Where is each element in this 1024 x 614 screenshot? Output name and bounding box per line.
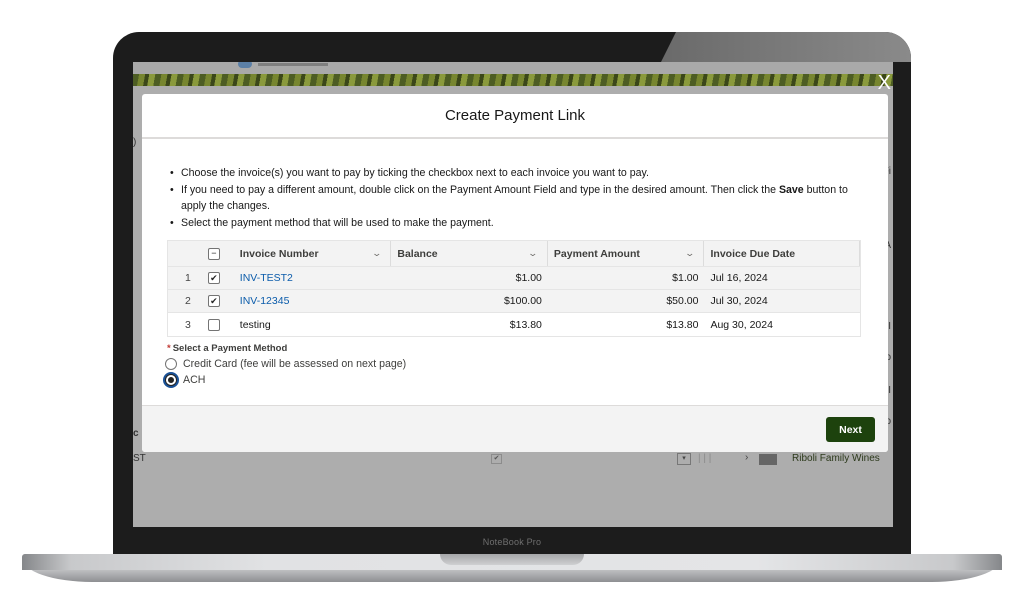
modal-body: Choose the invoice(s) you want to pay by… <box>142 139 888 388</box>
chevron-down-icon[interactable]: ⌄ <box>528 248 539 259</box>
row-checkbox[interactable] <box>207 318 220 331</box>
laptop-mockup: X ) c Fi A s I co s I co ST ✔ ▾ | | | › … <box>0 0 1024 614</box>
select-all-checkbox[interactable]: − <box>207 247 220 260</box>
row-select-cell <box>207 313 234 336</box>
column-header-label: Invoice Number <box>239 247 319 260</box>
row-number: 2 <box>185 295 191 307</box>
background-header <box>133 62 893 74</box>
due-date-cell: Aug 30, 2024 <box>710 318 773 331</box>
due-date-cell: Jul 16, 2024 <box>710 272 768 284</box>
vineyard-banner-image: X <box>133 73 893 93</box>
invoice-number-cell: testing <box>234 313 392 336</box>
payment-amount-cell[interactable]: $50.00 <box>548 290 705 312</box>
laptop-brand-label: NoteBook Pro <box>482 537 542 547</box>
next-button[interactable]: Next <box>826 417 875 442</box>
instruction-item: Choose the invoice(s) you want to pay by… <box>167 165 863 182</box>
row-select-cell: ✔ <box>207 290 234 312</box>
laptop-screen: X ) c Fi A s I co s I co ST ✔ ▾ | | | › … <box>133 62 893 527</box>
laptop-lid: X ) c Fi A s I co s I co ST ✔ ▾ | | | › … <box>113 32 911 556</box>
chevron-down-icon[interactable]: ⌄ <box>371 248 382 259</box>
invoice-number-cell: INV-TEST2 <box>234 267 392 289</box>
column-header-payment-amount[interactable]: Payment Amount ⌄ <box>548 241 705 266</box>
payment-amount-cell[interactable]: $1.00 <box>548 267 705 289</box>
instruction-item: Select the payment method that will be u… <box>167 215 863 232</box>
payment-amount-cell[interactable]: $13.80 <box>548 313 705 336</box>
instruction-save-emphasis: Save <box>778 183 804 196</box>
column-header-balance[interactable]: Balance ⌄ <box>391 241 548 266</box>
invoice-link[interactable]: INV-TEST2 <box>240 272 293 284</box>
row-select-cell: ✔ <box>207 267 234 289</box>
balance-cell: $13.80 <box>509 318 542 331</box>
payment-option-credit-card[interactable]: Credit Card (fee will be assessed on nex… <box>165 356 863 372</box>
column-header-label: Balance <box>397 247 438 260</box>
column-header-invoice-due-date[interactable]: Invoice Due Date <box>704 241 861 266</box>
background-divider: | | | <box>698 453 712 464</box>
payment-method-label: * Select a Payment Method <box>167 343 863 354</box>
background-row-text: ST <box>133 453 146 464</box>
payment-method-label-text: Select a Payment Method <box>172 343 288 354</box>
background-logo-text <box>258 63 328 66</box>
chevron-down-icon[interactable]: ⌄ <box>684 248 695 259</box>
instruction-item: If you need to pay a different amount, d… <box>167 182 863 215</box>
modal-header: Create Payment Link <box>142 94 888 139</box>
create-payment-link-modal: Create Payment Link Choose the invoice(s… <box>142 94 888 452</box>
table-row[interactable]: 3 testing $13.80 $13.80 Aug 30, 2024 <box>168 313 860 336</box>
instruction-text: If you need to pay a different amount, d… <box>181 183 779 196</box>
instruction-text: Select the payment method that will be u… <box>181 216 494 229</box>
column-header-label: Payment Amount <box>553 247 640 260</box>
invoice-name: testing <box>239 318 271 331</box>
row-checkbox[interactable]: ✔ <box>207 272 220 284</box>
balance-cell: $1.00 <box>515 272 542 284</box>
invoice-link[interactable]: INV-12345 <box>240 295 290 307</box>
instruction-text: Choose the invoice(s) you want to pay by… <box>181 167 649 179</box>
background-checkbox: ✔ <box>491 454 502 464</box>
credit-card-radio[interactable] <box>165 358 177 370</box>
payment-option-ach[interactable]: ACH <box>165 372 863 388</box>
modal-title: Create Payment Link <box>444 107 586 124</box>
row-checkbox[interactable]: ✔ <box>207 295 220 307</box>
background-text-fragment: c <box>133 428 139 439</box>
invoice-number-cell: INV-12345 <box>234 290 392 312</box>
background-chevron-icon: › <box>745 452 749 463</box>
table-row[interactable]: 2 ✔ INV-12345 $100.00 $50.00 Jul 30, 202… <box>168 290 860 313</box>
modal-footer: Next <box>142 405 888 452</box>
background-logo-icon <box>238 62 252 68</box>
invoice-table-header: − Invoice Number ⌄ Balance ⌄ Payment Amo… <box>168 241 861 267</box>
required-marker: * <box>167 343 171 354</box>
row-number: 3 <box>185 318 191 331</box>
table-row[interactable]: 1 ✔ INV-TEST2 $1.00 $1.00 Jul 16, 2024 <box>168 267 860 290</box>
credit-card-label: Credit Card (fee will be assessed on nex… <box>183 358 407 370</box>
invoice-table: − Invoice Number ⌄ Balance ⌄ Payment Amo… <box>167 240 861 337</box>
ach-label: ACH <box>183 374 206 386</box>
lid-glare <box>661 32 911 62</box>
instructions-list: Choose the invoice(s) you want to pay by… <box>167 165 863 231</box>
select-all-cell: − <box>207 241 234 266</box>
background-account-name: Riboli Family Wines <box>792 453 880 464</box>
laptop-hinge-notch <box>440 554 584 565</box>
row-number-header <box>168 241 208 266</box>
background-text-fragment: ) <box>133 137 137 148</box>
column-header-label: Invoice Due Date <box>710 247 796 260</box>
row-number: 1 <box>185 272 191 284</box>
background-table-row: ST ✔ ▾ | | | › Riboli Family Wines <box>133 452 893 468</box>
balance-cell: $100.00 <box>503 295 542 307</box>
ach-radio[interactable] <box>165 374 177 386</box>
column-header-invoice-number[interactable]: Invoice Number ⌄ <box>234 241 392 266</box>
due-date-cell: Jul 30, 2024 <box>710 295 768 307</box>
background-dropdown-icon: ▾ <box>677 453 691 465</box>
close-modal-button[interactable]: X <box>878 73 891 93</box>
background-mail-icon <box>759 454 777 465</box>
